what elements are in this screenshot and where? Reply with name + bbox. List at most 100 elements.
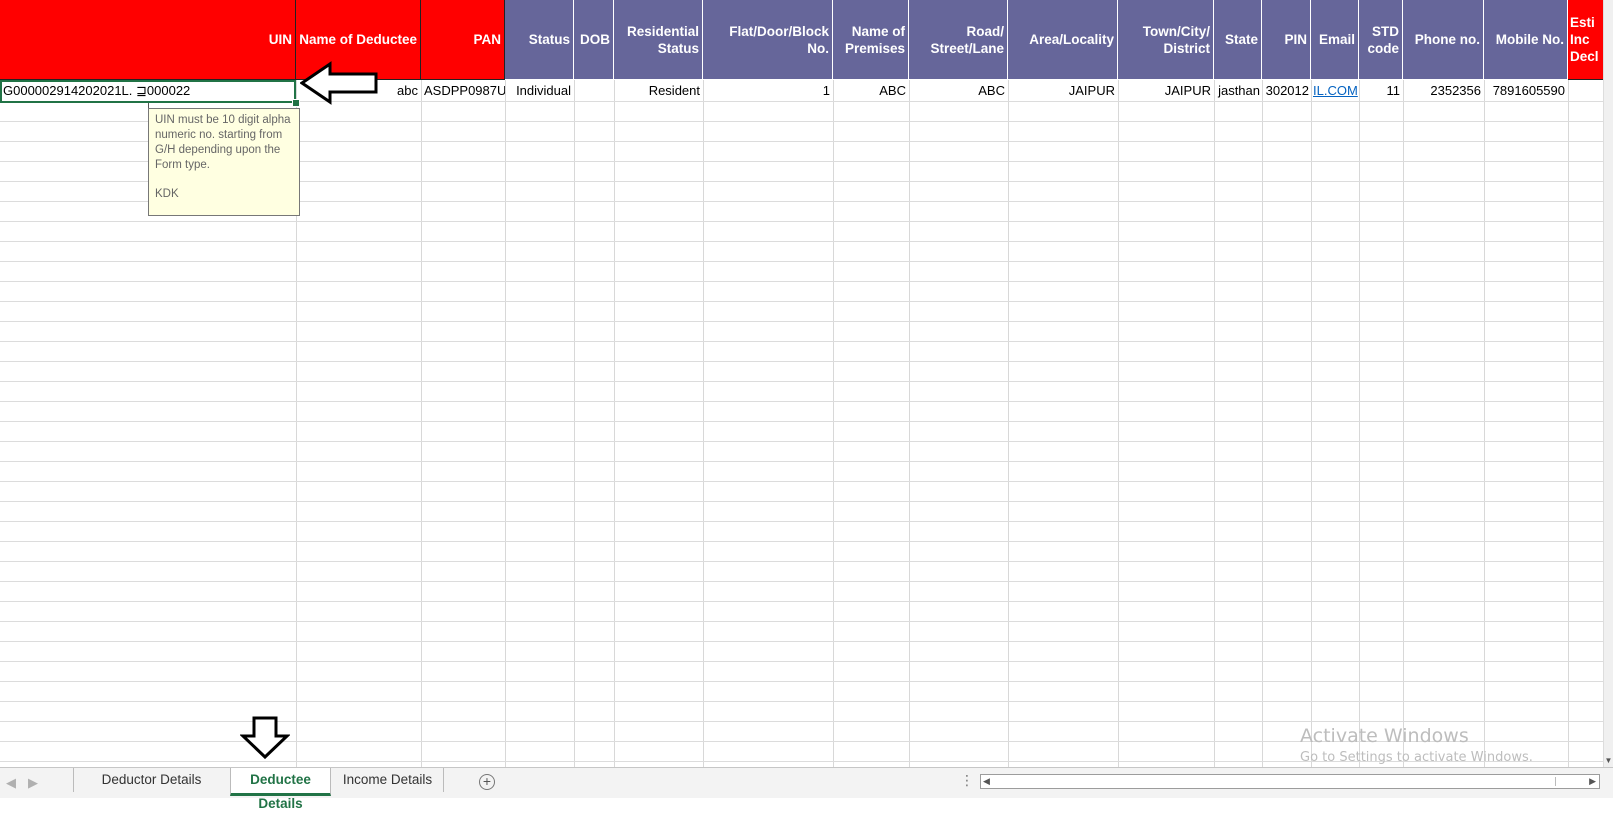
gridline xyxy=(0,621,1604,622)
cell-phone[interactable]: 2352356 xyxy=(1403,81,1484,101)
gridline xyxy=(0,241,1604,242)
prev-sheet-icon[interactable]: ◀ xyxy=(6,775,16,791)
header-label: Residential Status xyxy=(626,23,699,56)
gridline xyxy=(0,701,1604,702)
left-arrow-annotation-icon xyxy=(300,61,378,105)
sheet-tab-bar: ◀ ▶ Deductor Details Deductee Details In… xyxy=(0,767,1613,811)
header-town-city-district[interactable]: Town/City/ District xyxy=(1118,0,1214,80)
spreadsheet-grid[interactable]: UIN Name of Deductee PAN Status DOB Resi… xyxy=(0,0,1604,767)
cell-road[interactable]: ABC xyxy=(909,81,1008,101)
cell-premises[interactable]: ABC xyxy=(833,81,909,101)
down-arrow-annotation-icon xyxy=(240,716,290,760)
cell-pin[interactable]: 302012 xyxy=(1262,81,1311,101)
tab-income-details[interactable]: Income Details xyxy=(332,768,444,792)
header-name-of-premises[interactable]: Name of Premises xyxy=(833,0,909,80)
plus-circle-icon[interactable]: + xyxy=(479,774,495,790)
header-pin[interactable]: PIN xyxy=(1262,0,1311,80)
header-std-code[interactable]: STD code xyxy=(1359,0,1403,80)
header-label: Road/ Street/Lane xyxy=(930,23,1004,56)
cell-email-link[interactable]: IL.COM xyxy=(1311,81,1359,101)
gridline xyxy=(421,80,422,767)
scroll-down-icon[interactable]: ▼ xyxy=(1604,755,1613,767)
header-label: Status xyxy=(528,32,570,47)
gridline xyxy=(0,521,1604,522)
gridline xyxy=(0,421,1604,422)
cell-status[interactable]: Individual xyxy=(505,81,574,101)
vertical-scrollbar[interactable]: ▼ xyxy=(1603,0,1613,767)
gridline xyxy=(1311,80,1312,767)
gridline xyxy=(0,381,1604,382)
tab-deductee-details[interactable]: Deductee Details xyxy=(230,768,331,811)
header-phone-no[interactable]: Phone no. xyxy=(1403,0,1484,80)
header-label: STD code xyxy=(1367,23,1399,56)
gridline xyxy=(0,581,1604,582)
header-label: Town/City/ District xyxy=(1142,23,1210,56)
cell-mobile[interactable]: 7891605590 xyxy=(1484,81,1568,101)
gridline xyxy=(0,261,1604,262)
header-label: PIN xyxy=(1284,32,1307,47)
cell-residential-status[interactable]: Resident xyxy=(614,81,703,101)
header-label: Phone no. xyxy=(1414,32,1480,47)
gridline xyxy=(0,481,1604,482)
cell-pan[interactable]: ASDPP0987U xyxy=(421,81,505,101)
scroll-right-icon[interactable]: ▶ xyxy=(1589,775,1596,788)
scroll-left-icon[interactable]: ◀ xyxy=(983,775,990,788)
gridline xyxy=(1214,80,1215,767)
gridline xyxy=(0,561,1604,562)
header-label: Esti Inc Decl xyxy=(1570,15,1599,64)
fill-handle[interactable] xyxy=(292,99,300,107)
header-label: DOB xyxy=(580,32,610,47)
gridline xyxy=(0,401,1604,402)
cell-std-code[interactable]: 11 xyxy=(1359,81,1403,101)
next-sheet-icon[interactable]: ▶ xyxy=(28,775,38,791)
header-label: Email xyxy=(1318,32,1355,47)
gridline xyxy=(1403,80,1404,767)
cell-town[interactable]: JAIPUR xyxy=(1118,81,1214,101)
cell-flat[interactable]: 1 xyxy=(703,81,833,101)
watermark-subtitle: Go to Settings to activate Windows. xyxy=(1300,750,1533,765)
gridline xyxy=(614,80,615,767)
header-status[interactable]: Status xyxy=(505,0,574,80)
header-email[interactable]: Email xyxy=(1311,0,1359,80)
header-mobile-no[interactable]: Mobile No. xyxy=(1484,0,1568,80)
header-label: UIN xyxy=(268,32,292,47)
gridline xyxy=(1484,80,1485,767)
cell-state[interactable]: jasthan xyxy=(1214,81,1262,101)
scroll-thumb[interactable] xyxy=(995,777,1556,786)
header-label: Name of Premises xyxy=(844,23,905,56)
gridline xyxy=(0,641,1604,642)
horizontal-scrollbar[interactable]: ◀ ▶ xyxy=(980,774,1600,789)
header-label: PAN xyxy=(473,32,501,47)
header-state[interactable]: State xyxy=(1214,0,1262,80)
tab-split-handle-icon[interactable]: ⋮ xyxy=(960,772,974,789)
watermark-title: Activate Windows xyxy=(1300,725,1469,747)
tab-deductor-details[interactable]: Deductor Details xyxy=(73,768,229,792)
cell-dob[interactable] xyxy=(574,81,614,101)
gridline xyxy=(1008,80,1009,767)
header-label: State xyxy=(1224,32,1258,47)
gridline xyxy=(0,541,1604,542)
header-road-street-lane[interactable]: Road/ Street/Lane xyxy=(909,0,1008,80)
gridline xyxy=(1262,80,1263,767)
header-residential-status[interactable]: Residential Status xyxy=(614,0,703,80)
active-cell-selection[interactable] xyxy=(0,80,296,103)
gridline xyxy=(0,221,1604,222)
cell-area[interactable]: JAIPUR xyxy=(1008,81,1118,101)
cell-comment: UIN must be 10 digit alpha numeric no. s… xyxy=(148,108,300,216)
header-uin[interactable]: UIN xyxy=(0,0,296,80)
gridline xyxy=(0,661,1604,662)
header-flat-door-block[interactable]: Flat/Door/Block No. xyxy=(703,0,833,80)
header-dob[interactable]: DOB xyxy=(574,0,614,80)
gridline xyxy=(1118,80,1119,767)
gridline xyxy=(574,80,575,767)
activation-watermark: Activate Windows Go to Settings to activ… xyxy=(1300,725,1533,765)
gridline xyxy=(0,361,1604,362)
comment-text: UIN must be 10 digit alpha numeric no. s… xyxy=(155,114,291,171)
gridline xyxy=(0,501,1604,502)
header-area-locality[interactable]: Area/Locality xyxy=(1008,0,1118,80)
gridline xyxy=(909,80,910,767)
comment-author: KDK xyxy=(155,188,179,200)
header-label: Area/Locality xyxy=(1029,32,1114,47)
header-estimated-income-declared[interactable]: Esti Inc Decl xyxy=(1568,0,1604,80)
header-pan[interactable]: PAN xyxy=(421,0,505,80)
